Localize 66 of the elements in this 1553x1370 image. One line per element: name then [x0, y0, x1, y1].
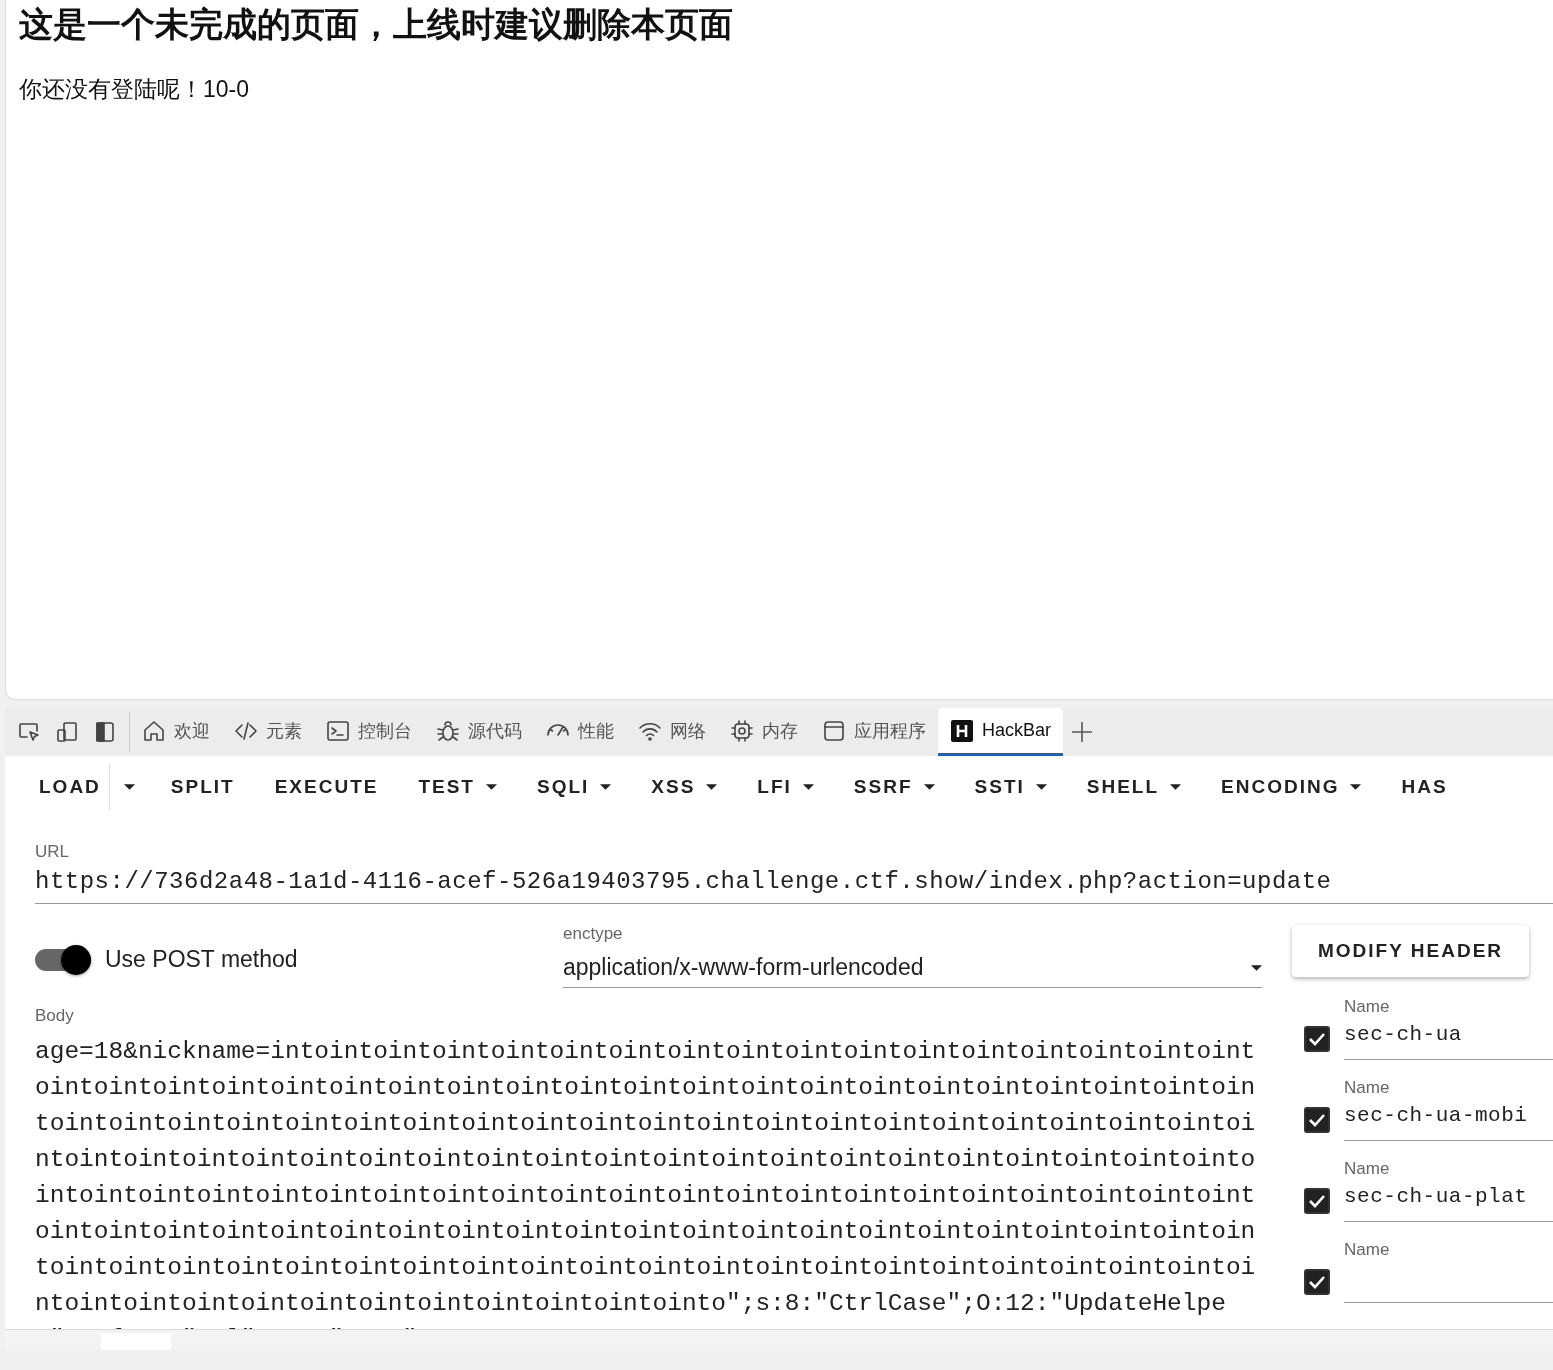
caret-icon	[1251, 964, 1262, 971]
header-name-label: Name	[1344, 1159, 1391, 1179]
check-icon	[1308, 1274, 1326, 1289]
menu-button[interactable]: SSTI	[954, 764, 1067, 810]
header-checkbox[interactable]	[1304, 1025, 1330, 1052]
device-icon	[55, 720, 79, 744]
header-name-field[interactable]: sec-ch-ua	[1344, 1017, 1553, 1060]
devtools-tab[interactable]: 元素	[222, 708, 314, 756]
devtools-tab[interactable]: 内存	[718, 708, 810, 756]
header-checkbox[interactable]	[1304, 1268, 1330, 1295]
add-tab-icon[interactable]	[1071, 721, 1094, 743]
caret-icon	[123, 784, 135, 790]
caret-icon	[1170, 784, 1182, 790]
menu-button[interactable]: ENCODING	[1201, 764, 1382, 810]
check-icon	[1308, 1031, 1326, 1046]
menu-button[interactable]: SHELL	[1066, 764, 1202, 810]
devtools-tab[interactable]: 性能	[534, 708, 626, 756]
menu-button[interactable]: SQLI	[517, 764, 632, 810]
menu-button[interactable]: SPLIT	[150, 764, 255, 810]
modify-header-button[interactable]: MODIFY HEADER	[1292, 925, 1530, 977]
menu-button[interactable]: EXECUTE	[254, 764, 399, 810]
console-icon	[326, 718, 350, 743]
devtools-tab[interactable]: HackBar	[938, 708, 1064, 756]
devtools-tab[interactable]: 应用程序	[810, 708, 938, 756]
menu-button[interactable]: SSRF	[833, 764, 955, 810]
caret-icon	[600, 784, 612, 790]
chip-icon	[730, 718, 754, 743]
header-checkbox[interactable]	[1304, 1187, 1330, 1214]
inspect-icon	[17, 720, 41, 744]
menu-button[interactable]: XSS	[631, 764, 738, 810]
caret-icon	[923, 784, 935, 790]
header-name-label: Name	[1344, 997, 1391, 1017]
bug-icon	[436, 718, 460, 743]
page-heading: 这是一个未完成的页面，上线时建议删除本页面	[19, 4, 734, 45]
check-icon	[1308, 1112, 1326, 1127]
url-field[interactable]: https://736d2a48-1a1d-4116-acef-526a19403795.challenge.ctf.show/index.php?action=update	[35, 862, 1553, 904]
home-icon	[142, 718, 166, 743]
header-name-label: Name	[1344, 1240, 1391, 1260]
sidebar-toggle-icon	[93, 720, 117, 744]
caret-icon	[1035, 784, 1047, 790]
header-name-label: Name	[1344, 1078, 1391, 1098]
menu-button[interactable]: LOAD	[19, 764, 121, 810]
hackbar-logo-icon	[950, 718, 974, 743]
devtools-tab[interactable]: 网络	[626, 708, 718, 756]
menu-button[interactable]: LFI	[737, 764, 834, 810]
body-label: Body	[35, 1006, 75, 1026]
devtools-tab[interactable]: 控制台	[314, 708, 424, 756]
caret-icon	[802, 784, 814, 790]
check-icon	[1308, 1193, 1326, 1208]
window-icon	[822, 718, 846, 743]
url-label: URL	[35, 842, 70, 862]
enctype-select[interactable]: application/x-www-form-urlencoded	[563, 948, 1262, 988]
caret-icon	[1350, 784, 1362, 790]
devtools-tab[interactable]: 源代码	[424, 708, 534, 756]
caret-icon	[486, 784, 497, 790]
menu-button[interactable]: TEST	[398, 764, 517, 810]
header-name-field[interactable]: sec-ch-ua-plat	[1344, 1179, 1553, 1222]
caret-icon	[706, 784, 718, 790]
post-toggle-label: Use POST method	[105, 946, 298, 973]
devtools-tab[interactable]: 欢迎	[130, 708, 222, 756]
menu-button[interactable]: HAS	[1381, 764, 1468, 810]
header-name-field[interactable]: sec-ch-ua-mobi	[1344, 1098, 1553, 1141]
post-toggle[interactable]: Use POST method	[35, 946, 563, 973]
header-checkbox[interactable]	[1304, 1106, 1330, 1133]
enctype-label: enctype	[563, 924, 624, 944]
login-message: 你还没有登陆呢！10-0	[19, 75, 251, 104]
